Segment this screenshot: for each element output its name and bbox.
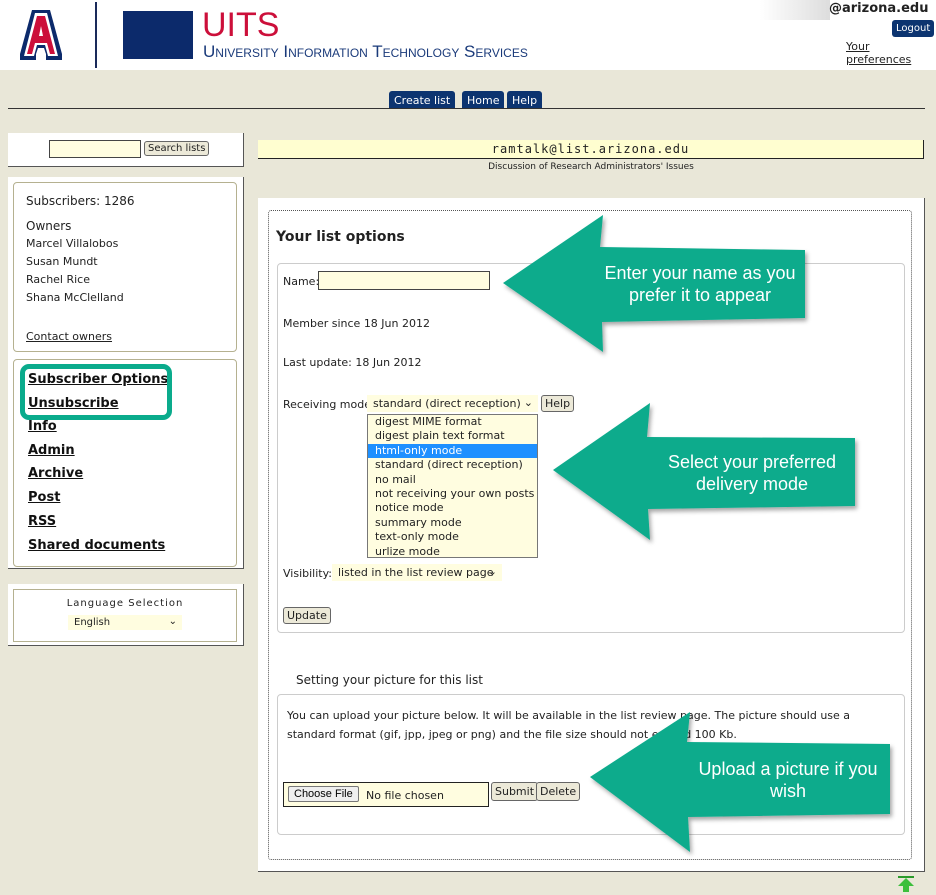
callout-name-text: Enter your name as you prefer it to appe… xyxy=(604,263,796,305)
callout-picture-text: Upload a picture if you wish xyxy=(698,759,878,801)
callout-mode-text: Select your preferred delivery mode xyxy=(667,452,837,494)
